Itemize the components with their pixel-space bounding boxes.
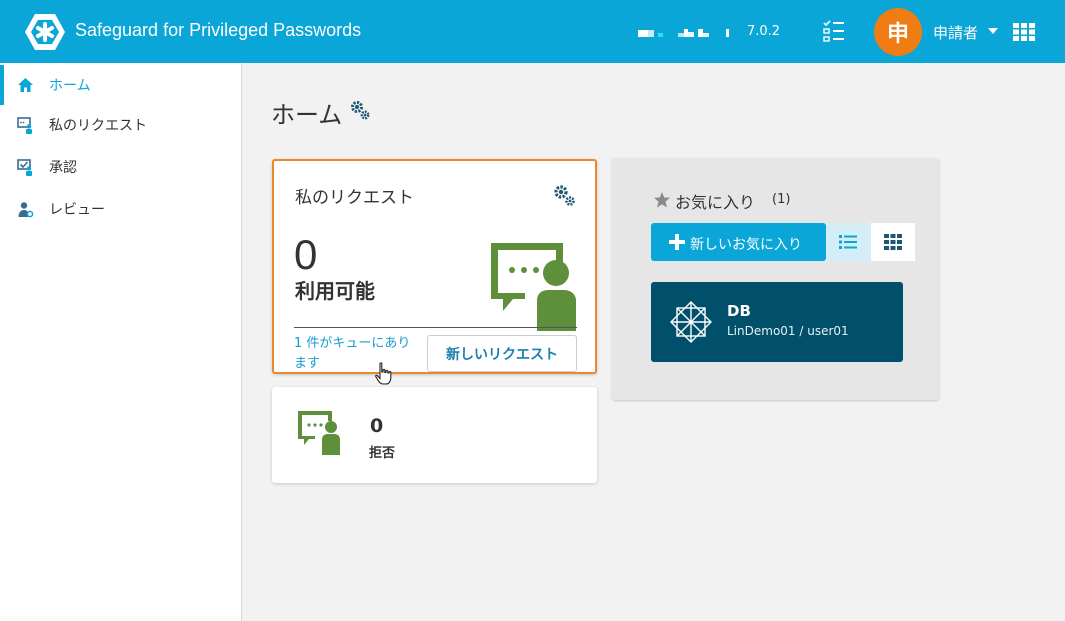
sidebar-item-home[interactable]: ホーム xyxy=(0,65,241,105)
my-requests-icon xyxy=(17,117,32,134)
page-title: ホーム xyxy=(271,102,343,129)
sidebar-item-my-requests[interactable]: 私のリクエスト xyxy=(0,105,241,145)
card-divider xyxy=(294,327,577,328)
my-requests-card[interactable]: 私のリクエスト 0 利用可能 1 件がキューにあります 新しいリクエスト xyxy=(272,159,597,374)
denied-count: 0 xyxy=(370,415,384,437)
sidebar-item-label: 承認 xyxy=(49,160,77,176)
app-title: Safeguard for Privileged Passwords xyxy=(75,20,362,40)
denied-requests-card[interactable]: 0 拒否 xyxy=(272,387,597,483)
list-view-button[interactable] xyxy=(826,223,871,261)
task-list-icon[interactable] xyxy=(822,19,846,43)
list-icon xyxy=(839,235,857,249)
approvals-icon xyxy=(17,159,32,176)
new-request-button[interactable]: 新しいリクエスト xyxy=(427,335,577,372)
gears-icon[interactable] xyxy=(349,99,371,121)
favorite-name: DB xyxy=(727,302,751,320)
denied-label: 拒否 xyxy=(369,446,396,461)
available-count: 0 xyxy=(294,231,318,278)
new-favorite-label: 新しいお気に入り xyxy=(690,237,802,253)
favorite-tile[interactable]: DB LinDemo01 / user01 xyxy=(651,282,903,362)
sidebar-item-label: ホーム xyxy=(49,78,91,94)
reviews-icon xyxy=(18,202,34,218)
version-label: 7.0.2 xyxy=(747,24,781,39)
favorites-count: (1) xyxy=(772,192,791,207)
favorites-title: お気に入り xyxy=(675,193,756,212)
favorite-detail: LinDemo01 / user01 xyxy=(727,324,849,338)
user-avatar[interactable]: 申 xyxy=(874,8,922,56)
user-menu-name[interactable]: 申請者 xyxy=(933,22,978,43)
new-favorite-button[interactable]: 新しいお気に入り xyxy=(651,223,826,261)
home-icon xyxy=(18,78,33,92)
sidebar: ホーム 私のリクエスト 承認 レビュー xyxy=(0,63,242,621)
hand-cursor-icon xyxy=(375,362,392,385)
app-grid-icon[interactable] xyxy=(1013,23,1035,41)
safeguard-logo-icon[interactable] xyxy=(24,12,66,52)
gears-icon[interactable] xyxy=(552,183,576,207)
redacted-appliance-name xyxy=(638,29,729,37)
queued-requests-link[interactable]: 1 件がキューにあります xyxy=(294,334,422,374)
asset-icon xyxy=(670,301,712,343)
available-label: 利用可能 xyxy=(295,279,375,303)
request-person-icon xyxy=(298,411,340,455)
sidebar-item-reviews[interactable]: レビュー xyxy=(0,189,241,229)
favorites-panel: お気に入り (1) 新しいお気に入り DB LinDemo01 / user01 xyxy=(612,158,939,400)
grid-view-button[interactable] xyxy=(871,223,915,261)
card-title: 私のリクエスト xyxy=(295,188,414,208)
sidebar-item-label: 私のリクエスト xyxy=(49,118,147,134)
grid-icon xyxy=(884,234,902,250)
sidebar-item-label: レビュー xyxy=(49,202,105,218)
plus-icon xyxy=(669,234,685,250)
top-header: Safeguard for Privileged Passwords 7.0.2… xyxy=(0,0,1065,63)
star-icon xyxy=(654,192,670,208)
sidebar-item-approvals[interactable]: 承認 xyxy=(0,147,241,187)
request-person-icon xyxy=(491,243,576,331)
chevron-down-icon[interactable] xyxy=(988,28,998,34)
